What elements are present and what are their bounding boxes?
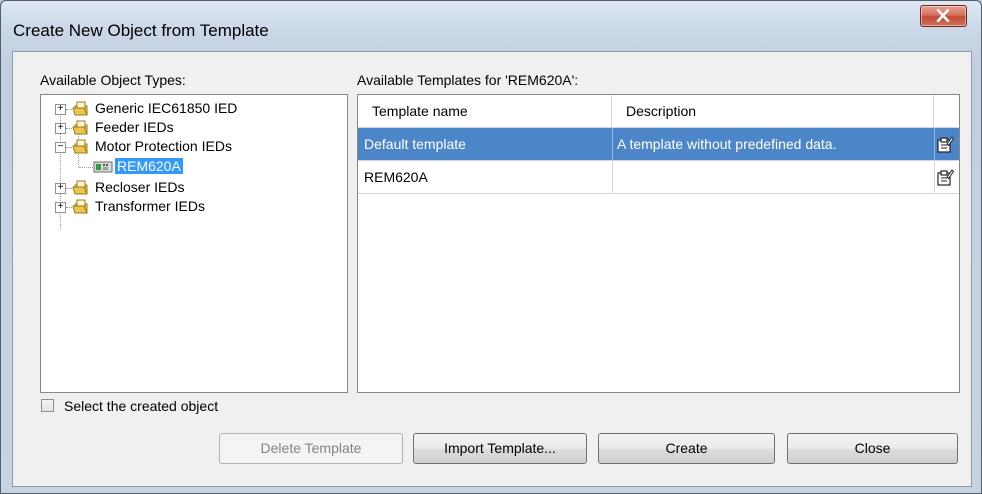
dialog-window: Create New Object from Template Availabl… (0, 0, 982, 494)
column-header-description[interactable]: Description (612, 95, 934, 127)
row-divider (358, 193, 959, 194)
folder-icon (72, 180, 88, 195)
templates-table[interactable]: Template name Description Default templa… (357, 94, 960, 393)
column-separator (612, 161, 613, 193)
close-window-button[interactable] (920, 5, 967, 27)
tree-item-label: REM620A (115, 158, 183, 174)
window-title: Create New Object from Template (13, 21, 269, 40)
tree-item-label: Feeder IEDs (95, 119, 174, 135)
folder-icon (72, 101, 88, 116)
folder-icon (72, 120, 88, 135)
select-created-object-checkbox[interactable] (41, 399, 54, 412)
tree-item-generic-iec61850-ied[interactable]: + Generic IEC61850 IED (41, 99, 341, 119)
tree-item-transformer-ieds[interactable]: + Transformer IEDs (41, 197, 341, 217)
ied-device-icon (93, 161, 113, 173)
dialog-client-area: Available Object Types: Available Templa… (12, 51, 972, 487)
template-description-cell: A template without predefined data. (617, 136, 837, 152)
expand-icon[interactable]: + (55, 104, 66, 115)
tree-item-rem620a[interactable]: REM620A (41, 157, 341, 177)
import-template-button[interactable]: Import Template... (413, 433, 587, 464)
tree-item-motor-protection-ieds[interactable]: − Motor Protection IEDs (41, 137, 341, 157)
templates-label: Available Templates for 'REM620A': (357, 72, 579, 88)
close-button[interactable]: Close (787, 433, 958, 464)
object-types-label: Available Object Types: (40, 72, 186, 88)
column-header-template-name[interactable]: Template name (358, 95, 612, 127)
column-separator (612, 128, 613, 160)
select-created-object-label[interactable]: Select the created object (64, 398, 218, 414)
tree-item-label: Transformer IEDs (95, 198, 205, 214)
column-separator (934, 161, 935, 193)
collapse-icon[interactable]: − (55, 142, 66, 153)
title-bar[interactable]: Create New Object from Template (1, 1, 981, 51)
object-types-tree[interactable]: + Generic IEC61850 IED + Feeder IEDs − M… (40, 94, 348, 393)
delete-template-button[interactable]: Delete Template (219, 433, 403, 464)
table-row[interactable]: REM620A (358, 161, 959, 193)
tree-guide-line (79, 167, 93, 168)
expand-icon[interactable]: + (55, 183, 66, 194)
create-button[interactable]: Create (598, 433, 775, 464)
expand-icon[interactable]: + (55, 123, 66, 134)
tree-item-feeder-ieds[interactable]: + Feeder IEDs (41, 118, 341, 138)
expand-icon[interactable]: + (55, 202, 66, 213)
edit-properties-icon[interactable] (936, 135, 954, 153)
tree-item-label: Generic IEC61850 IED (95, 100, 238, 116)
table-row[interactable]: Default template A template without pred… (358, 128, 959, 160)
folder-icon (72, 199, 88, 214)
edit-properties-icon[interactable] (936, 168, 954, 186)
template-name-cell: Default template (364, 136, 466, 152)
folder-icon (72, 139, 88, 154)
tree-item-recloser-ieds[interactable]: + Recloser IEDs (41, 178, 341, 198)
template-name-cell: REM620A (364, 169, 428, 185)
column-separator (934, 128, 935, 160)
tree-item-label: Recloser IEDs (95, 179, 185, 195)
table-header: Template name Description (358, 95, 959, 128)
tree-item-label: Motor Protection IEDs (95, 138, 232, 154)
close-icon (936, 9, 950, 22)
